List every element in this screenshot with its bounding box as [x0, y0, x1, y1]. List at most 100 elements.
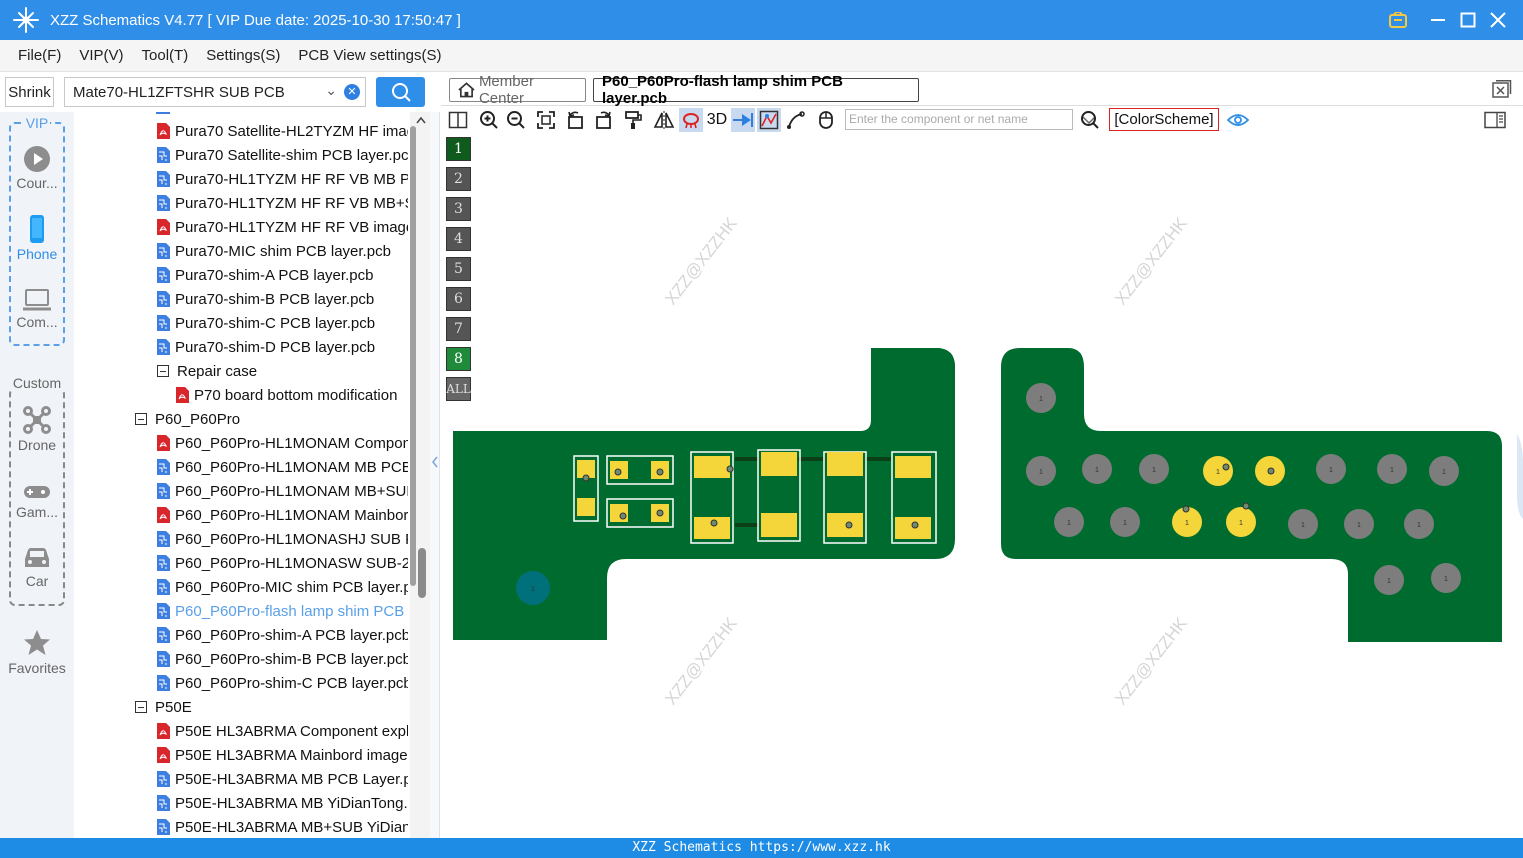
- rail-item-phone[interactable]: Phone: [0, 214, 74, 262]
- collapse-left-icon[interactable]: [431, 456, 439, 468]
- tree-file-item[interactable]: Pura70 Satellite-HL2TYZM HF imag: [156, 119, 408, 143]
- tree-file-item[interactable]: P70 board bottom modification: [175, 383, 397, 407]
- layer-button-4[interactable]: 4: [446, 227, 471, 251]
- menu-settings[interactable]: Settings(S): [206, 47, 280, 64]
- menu-tool[interactable]: Tool(T): [142, 47, 189, 64]
- tree-file-item[interactable]: P60_P60Pro-HL1MONAM MB PCB: [156, 455, 408, 479]
- tree-file-item[interactable]: P60_P60Pro-HL1MONAM Compon: [156, 431, 408, 455]
- tree-file-item[interactable]: P60_P60Pro-HL1MONAM MB+SUE: [156, 479, 408, 503]
- color-scheme-button[interactable]: [ColorScheme]: [1109, 108, 1219, 131]
- mouse-mode-button[interactable]: [814, 108, 838, 132]
- layer-button-8[interactable]: 8: [446, 347, 471, 371]
- net-search-input[interactable]: Enter the component or net name: [845, 109, 1073, 130]
- pad-number: 1: [1039, 396, 1043, 403]
- format-brush-button[interactable]: [621, 108, 645, 132]
- collapse-toggle-icon[interactable]: [135, 701, 147, 713]
- tab-member-center[interactable]: Member Center: [449, 73, 586, 107]
- rail-item-computer[interactable]: Com...: [0, 288, 74, 330]
- side-panel-toggle-button[interactable]: [1483, 108, 1507, 132]
- rail-item-car[interactable]: Car: [0, 545, 74, 589]
- layer-button-7[interactable]: 7: [446, 317, 471, 341]
- mirror-icon: [653, 111, 675, 129]
- tree-file-item[interactable]: P50E-HL3ABRMA MB PCB Layer.pc: [156, 767, 408, 791]
- zoom-out-button[interactable]: [504, 108, 528, 132]
- search-combobox[interactable]: Mate70-HL1ZFTSHR SUB PCB ⌄ ✕: [64, 77, 366, 107]
- tree-file-item[interactable]: P50E HL3ABRMA Component expl: [156, 719, 408, 743]
- rotate-right-button[interactable]: [591, 108, 615, 132]
- fit-view-button[interactable]: [534, 108, 558, 132]
- layer-button-2[interactable]: 2: [446, 167, 471, 191]
- tree-folder[interactable]: P60_P60Pro: [135, 407, 240, 431]
- net-map-icon: [759, 110, 779, 130]
- tree-file-item[interactable]: Pura70-shim-D PCB layer.pcb: [156, 335, 375, 359]
- menu-pcb-view-settings[interactable]: PCB View settings(S): [298, 47, 441, 64]
- tree-file-item[interactable]: P60_P60Pro-flash lamp shim PCB l: [156, 599, 408, 623]
- menu-vip[interactable]: VIP(V): [79, 47, 123, 64]
- tree-file-item[interactable]: P50E HL3ABRMA Mainbord image: [156, 743, 408, 767]
- highlight-net-button[interactable]: [679, 108, 703, 132]
- tree-file-item[interactable]: P60_P60Pro-shim-B PCB layer.pcb: [156, 647, 408, 671]
- rail-item-drone[interactable]: Drone: [0, 405, 74, 453]
- layer-button-5[interactable]: 5: [446, 257, 471, 281]
- rail-item-favorites[interactable]: Favorites: [0, 628, 74, 676]
- tree-file-item[interactable]: Pura70-HL1TYZM HF RF VB MB PC: [156, 167, 408, 191]
- close-button[interactable]: [1483, 0, 1513, 40]
- tree-item-label: Pura70 Satellite-HL2TYZM HF imag: [175, 122, 408, 140]
- mirror-button[interactable]: [652, 108, 676, 132]
- tree-file-item[interactable]: P60_P60Pro-HL1MONASW SUB-2 I: [156, 551, 408, 575]
- collapse-toggle-icon[interactable]: [135, 413, 147, 425]
- tree-file-item[interactable]: Pura70-HL1TYZM HF RF VB image.: [156, 215, 408, 239]
- rail-item-gaming[interactable]: Gam...: [0, 482, 74, 520]
- probe-button[interactable]: [731, 108, 755, 132]
- maximize-button[interactable]: [1453, 0, 1483, 40]
- menu-file[interactable]: File(F): [18, 47, 61, 64]
- tree-file-item[interactable]: Pura70-HL1TYZM HF RF VB MB+SU: [156, 191, 408, 215]
- tree-file-item[interactable]: P60_P60Pro-HL1MONASHJ SUB PC: [156, 527, 408, 551]
- minimize-button[interactable]: [1423, 0, 1453, 40]
- tree-folder[interactable]: P50E: [135, 695, 192, 719]
- search-button[interactable]: [376, 77, 425, 107]
- net-map-button[interactable]: [757, 108, 781, 132]
- layer-button-all[interactable]: ALL: [446, 377, 471, 401]
- tree-file-item[interactable]: Pura70 Satellite-shim PCB layer.pcl: [156, 143, 408, 167]
- rail-item-courses[interactable]: Cour...: [0, 145, 74, 191]
- tree-file-item[interactable]: P60_P60Pro-HL1MONAM Mainbor: [156, 503, 408, 527]
- net-search-button[interactable]: [1078, 108, 1102, 132]
- zoom-in-button[interactable]: [477, 108, 501, 132]
- scroll-up-icon[interactable]: [416, 116, 426, 124]
- tree-file-item[interactable]: P50E-HL3ABRMA MB YiDianTong.: [156, 791, 408, 815]
- panel-splitter[interactable]: [430, 112, 440, 838]
- canvas-side-handle[interactable]: [1517, 434, 1523, 519]
- tree-file-item[interactable]: P60_P60Pro-shim-C PCB layer.pcb: [156, 671, 408, 695]
- pad-number: 1: [1216, 469, 1220, 476]
- tree-folder[interactable]: Repair case: [157, 359, 257, 383]
- visibility-button[interactable]: [1226, 108, 1250, 132]
- pcb-canvas[interactable]: XZZ@XZZHK XZZ@XZZHK XZZ@XZZHK XZZ@XZZHK …: [441, 134, 1523, 838]
- scroll-thumb[interactable]: [418, 548, 426, 598]
- vip-badge-icon[interactable]: [1383, 0, 1413, 40]
- chevron-down-icon[interactable]: ⌄: [325, 82, 337, 99]
- tree-file-item[interactable]: P60_P60Pro-shim-A PCB layer.pcb: [156, 623, 408, 647]
- split-view-button[interactable]: [446, 108, 470, 132]
- pad-number: 1: [1442, 469, 1446, 476]
- close-all-tabs-icon[interactable]: [1492, 80, 1512, 98]
- tree-file-item[interactable]: P60_P60Pro-MIC shim PCB layer.pc: [156, 575, 408, 599]
- layer-button-3[interactable]: 3: [446, 197, 471, 221]
- clear-icon[interactable]: ✕: [344, 84, 360, 100]
- rotate-left-button[interactable]: [564, 108, 588, 132]
- tree-scrollbar[interactable]: [410, 112, 430, 838]
- draw-line-button[interactable]: [784, 108, 808, 132]
- tree-file-item[interactable]: Pura70-shim-B PCB layer.pcb: [156, 287, 374, 311]
- tree-file-item[interactable]: P50E-HL3ABRMA MB+SUB YiDianT: [156, 815, 408, 838]
- tree-file-item[interactable]: Pura70-shim-A PCB layer.pcb: [156, 263, 373, 287]
- tree-file-item[interactable]: Pura70-MIC shim PCB layer.pcb: [156, 239, 391, 263]
- shrink-button[interactable]: Shrink: [5, 77, 54, 107]
- tree-file-item[interactable]: Pura70-shim-C PCB layer.pcb: [156, 311, 375, 335]
- tree-item-label: Pura70-shim-B PCB layer.pcb: [175, 290, 375, 308]
- collapse-toggle-icon[interactable]: [157, 365, 169, 377]
- pcb-file-icon: [157, 315, 170, 331]
- tab-active-pcb[interactable]: P60_P60Pro-flash lamp shim PCB layer.pcb: [593, 73, 919, 107]
- layer-button-1[interactable]: 1: [446, 137, 471, 161]
- layer-button-6[interactable]: 6: [446, 287, 471, 311]
- view-3d-button[interactable]: 3D: [704, 108, 730, 132]
